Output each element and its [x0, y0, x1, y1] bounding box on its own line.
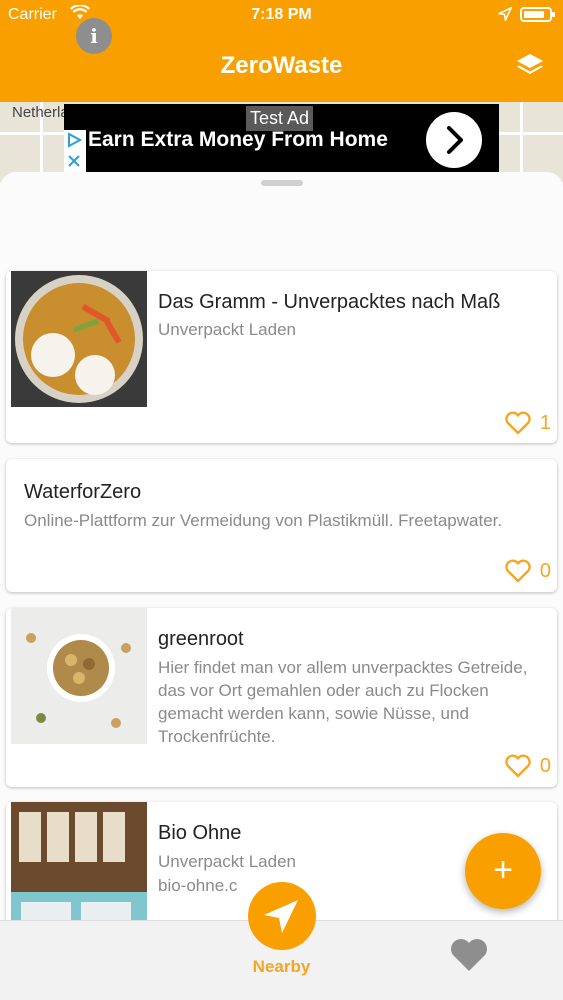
- heart-outline-icon: [505, 754, 531, 778]
- layers-icon[interactable]: [514, 50, 546, 82]
- location-arrow-icon: [498, 7, 512, 21]
- place-description: Online-Plattform zur Vermeidung von Plas…: [24, 511, 503, 530]
- like-count: 1: [539, 411, 551, 434]
- place-image-nuts: [11, 608, 147, 744]
- info-tab[interactable]: i: [76, 18, 112, 54]
- battery-icon: [520, 7, 555, 22]
- place-description: Hier findet man vor allem unverpacktes G…: [158, 658, 528, 746]
- place-name: greenroot: [158, 628, 244, 650]
- heart-filled-icon[interactable]: [449, 937, 489, 973]
- place-name: Bio Ohne: [158, 822, 242, 844]
- place-card[interactable]: Das Gramm - Unverpacktes nach Maß Unverp…: [6, 271, 557, 443]
- add-place-button[interactable]: +: [465, 833, 541, 909]
- chevron-right-icon: [447, 126, 463, 154]
- heart-outline-icon: [505, 411, 531, 435]
- places-sheet[interactable]: Das Gramm - Unverpacktes nach Maß Unverp…: [0, 172, 563, 920]
- place-image-food: [11, 271, 147, 407]
- place-description: Unverpackt Laden: [158, 320, 296, 339]
- battery-level: [524, 11, 544, 18]
- ad-banner[interactable]: Test Ad Earn Extra Money From Home: [64, 104, 499, 172]
- ad-arrow-button[interactable]: [426, 112, 482, 168]
- like-button[interactable]: 1: [504, 411, 551, 435]
- like-button[interactable]: 0: [504, 559, 551, 583]
- like-count: 0: [539, 754, 551, 777]
- place-image-shop: [11, 802, 147, 920]
- place-name: Das Gramm - Unverpacktes nach Maß: [158, 291, 501, 313]
- navigation-arrow-icon: [264, 900, 298, 933]
- like-button[interactable]: 0: [504, 754, 551, 778]
- place-card[interactable]: WaterforZero Online-Plattform zur Vermei…: [6, 459, 557, 592]
- adchoices-icon[interactable]: [64, 130, 86, 172]
- plus-icon: +: [493, 851, 513, 889]
- place-card[interactable]: greenroot Hier findet man vor allem unve…: [6, 608, 557, 787]
- like-count: 0: [539, 559, 551, 582]
- place-name: WaterforZero: [24, 481, 142, 503]
- info-icon: i: [90, 24, 98, 48]
- heart-outline-icon: [505, 559, 531, 583]
- map-label: Netherla: [12, 104, 69, 121]
- nearby-tab[interactable]: [248, 882, 316, 950]
- app-title: ZeroWaste: [220, 52, 343, 79]
- ad-headline: Earn Extra Money From Home: [88, 128, 388, 151]
- sheet-drag-handle[interactable]: [261, 180, 303, 186]
